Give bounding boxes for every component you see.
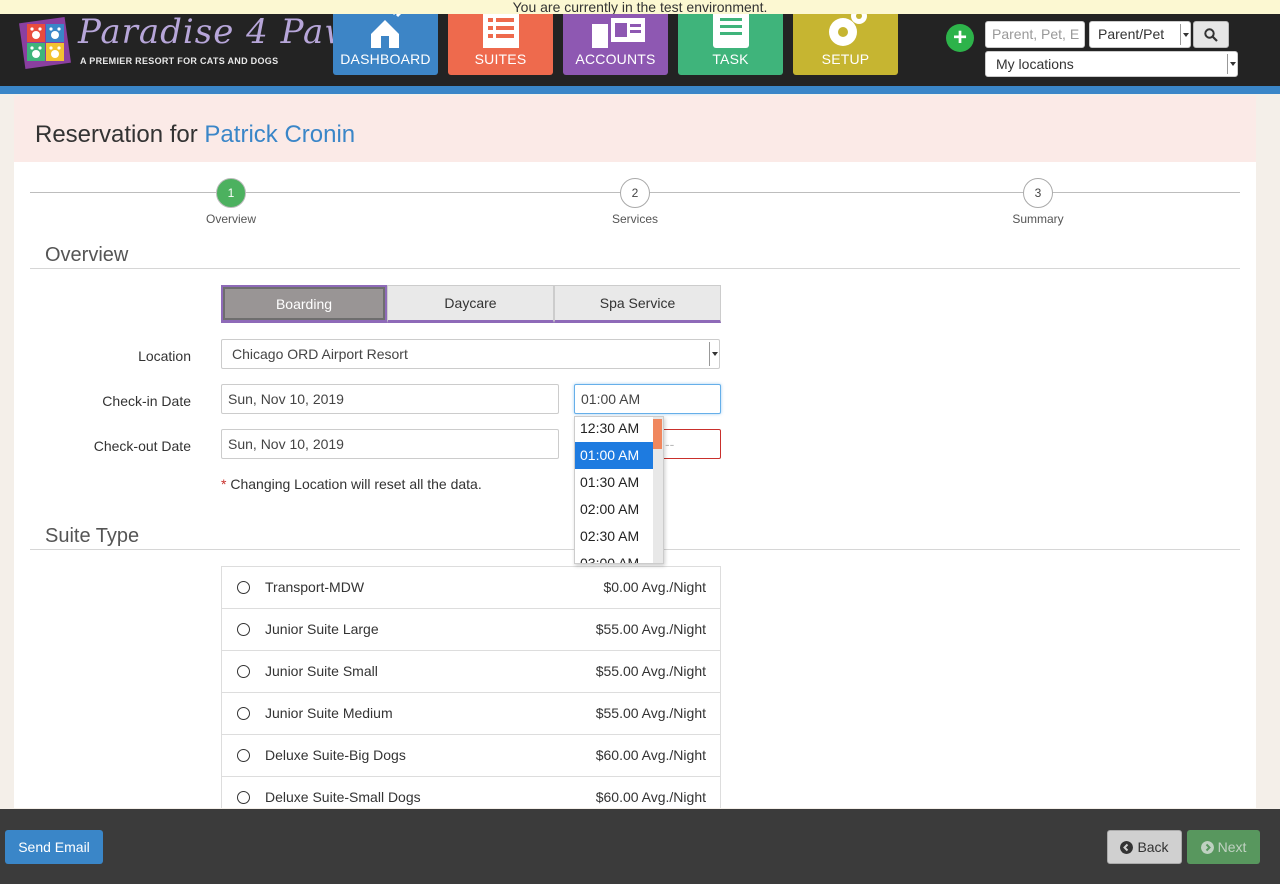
search-button[interactable] <box>1193 21 1229 48</box>
radio-button[interactable] <box>237 749 250 762</box>
time-option[interactable]: 01:30 AM <box>575 469 654 496</box>
next-label: Next <box>1217 839 1247 855</box>
checkin-time-input[interactable]: 01:00 AM <box>574 384 721 414</box>
suite-option-transport-mdw[interactable]: Transport-MDW $0.00 Avg./Night <box>222 567 720 609</box>
time-option[interactable]: 02:30 AM <box>575 523 654 550</box>
suite-price: $55.00 Avg./Night <box>595 621 706 637</box>
step-2-circle[interactable]: 2 <box>620 178 650 208</box>
chevron-down-icon <box>1227 54 1237 74</box>
send-email-button[interactable]: Send Email <box>5 830 103 864</box>
nav-task-label: TASK <box>712 51 749 67</box>
paw-logo-icon <box>19 17 71 69</box>
suite-option-deluxe-big-dogs[interactable]: Deluxe Suite-Big Dogs $60.00 Avg./Night <box>222 735 720 777</box>
time-option[interactable]: 02:00 AM <box>575 496 654 523</box>
search-type-value: Parent/Pet <box>1098 26 1165 42</box>
action-footer: Send Email Back Next <box>0 809 1280 884</box>
suite-price: $60.00 Avg./Night <box>595 789 706 805</box>
suite-name: Junior Suite Medium <box>265 705 393 721</box>
checkin-label: Check-in Date <box>102 393 191 409</box>
checkout-date-input[interactable]: Sun, Nov 10, 2019 <box>221 429 559 459</box>
suite-option-deluxe-small-dogs[interactable]: Deluxe Suite-Small Dogs $60.00 Avg./Nigh… <box>222 777 720 808</box>
time-option-selected[interactable]: 01:00 AM <box>575 442 654 469</box>
next-button[interactable]: Next <box>1187 830 1260 864</box>
chevron-down-icon <box>709 342 719 366</box>
step-3-label: Summary <box>1012 212 1064 226</box>
suite-price: $60.00 Avg./Night <box>595 747 706 763</box>
time-option[interactable]: 03:00 AM <box>575 550 654 563</box>
service-type-toggle: Boarding Daycare Spa Service <box>221 285 721 323</box>
suite-name: Deluxe Suite-Small Dogs <box>265 789 421 805</box>
radio-button[interactable] <box>237 581 250 594</box>
header-search-input[interactable]: Parent, Pet, E <box>985 21 1085 48</box>
radio-button[interactable] <box>237 623 250 636</box>
chevron-down-icon <box>1180 24 1190 45</box>
location-select[interactable]: Chicago ORD Airport Resort <box>221 339 720 369</box>
overview-divider <box>30 268 1240 269</box>
dropdown-scrollbar[interactable] <box>653 417 663 563</box>
boarding-button[interactable]: Boarding <box>221 285 387 323</box>
checkout-label: Check-out Date <box>93 438 191 454</box>
suite-option-junior-large[interactable]: Junior Suite Large $55.00 Avg./Night <box>222 609 720 651</box>
step-3-circle[interactable]: 3 <box>1023 178 1053 208</box>
suite-name: Deluxe Suite-Big Dogs <box>265 747 406 763</box>
step-1-circle[interactable]: 1 <box>216 178 246 208</box>
dropdown-scrollbar-thumb[interactable] <box>653 419 662 449</box>
page-title-prefix: Reservation for <box>35 121 198 148</box>
daycare-button[interactable]: Daycare <box>387 285 554 323</box>
logo-subtitle: A PREMIER RESORT FOR CATS AND DOGS <box>80 56 279 66</box>
nav-setup-label: SETUP <box>821 51 870 67</box>
search-type-select[interactable]: Parent/Pet <box>1089 21 1191 48</box>
nav-suites-label: SUITES <box>474 51 527 67</box>
header-stripe <box>0 86 1280 94</box>
radio-button[interactable] <box>237 791 250 804</box>
suite-option-junior-small[interactable]: Junior Suite Small $55.00 Avg./Night <box>222 651 720 693</box>
checkout-time-placeholder: -- <box>665 436 675 452</box>
back-button[interactable]: Back <box>1107 830 1182 864</box>
time-option[interactable]: 12:30 AM <box>575 417 654 442</box>
location-select-value: Chicago ORD Airport Resort <box>232 346 408 362</box>
page-title: Reservation for Patrick Cronin <box>35 121 355 149</box>
add-icon[interactable]: + <box>946 24 974 52</box>
search-icon <box>1204 27 1218 42</box>
suite-option-junior-medium[interactable]: Junior Suite Medium $55.00 Avg./Night <box>222 693 720 735</box>
suite-name: Transport-MDW <box>265 579 365 595</box>
location-filter-select[interactable]: My locations <box>985 51 1238 77</box>
arrow-left-icon <box>1120 841 1134 854</box>
checkin-date-input[interactable]: Sun, Nov 10, 2019 <box>221 384 559 414</box>
location-warning: * Changing Location will reset all the d… <box>221 476 482 492</box>
radio-button[interactable] <box>237 665 250 678</box>
logo-title: Paradise 4 Paws <box>78 12 373 52</box>
required-marker: * <box>221 476 227 492</box>
overview-section-title: Overview <box>45 244 129 266</box>
suite-price: $55.00 Avg./Night <box>595 705 706 721</box>
spa-service-button[interactable]: Spa Service <box>554 285 721 323</box>
environment-banner: You are currently in the test environmen… <box>0 0 1280 14</box>
step-2-label: Services <box>611 212 658 226</box>
back-label: Back <box>1137 839 1169 855</box>
location-label: Location <box>138 348 191 364</box>
suite-name: Junior Suite Small <box>265 663 378 679</box>
nav-accounts-label: ACCOUNTS <box>575 51 656 67</box>
nav-dashboard-label: DASHBOARD <box>340 51 431 67</box>
suite-name: Junior Suite Large <box>265 621 379 637</box>
logo[interactable]: Paradise 4 Paws A PREMIER RESORT FOR CAT… <box>18 12 372 72</box>
reservation-card: Reservation for Patrick Cronin 1 Overvie… <box>14 96 1256 808</box>
customer-name-link[interactable]: Patrick Cronin <box>204 121 355 148</box>
step-1-label: Overview <box>205 212 256 226</box>
checkin-time-dropdown[interactable]: 12:30 AM 01:00 AM 01:30 AM 02:00 AM 02:3… <box>574 416 664 564</box>
arrow-right-icon <box>1200 841 1214 854</box>
suite-price: $55.00 Avg./Night <box>595 663 706 679</box>
location-warning-text: Changing Location will reset all the dat… <box>230 476 482 492</box>
location-filter-value: My locations <box>996 56 1074 72</box>
suite-type-section-title: Suite Type <box>45 525 140 547</box>
suite-price: $0.00 Avg./Night <box>603 579 706 595</box>
suite-list: Transport-MDW $0.00 Avg./Night Junior Su… <box>221 566 721 808</box>
card-header: Reservation for Patrick Cronin <box>14 96 1256 162</box>
radio-button[interactable] <box>237 707 250 720</box>
